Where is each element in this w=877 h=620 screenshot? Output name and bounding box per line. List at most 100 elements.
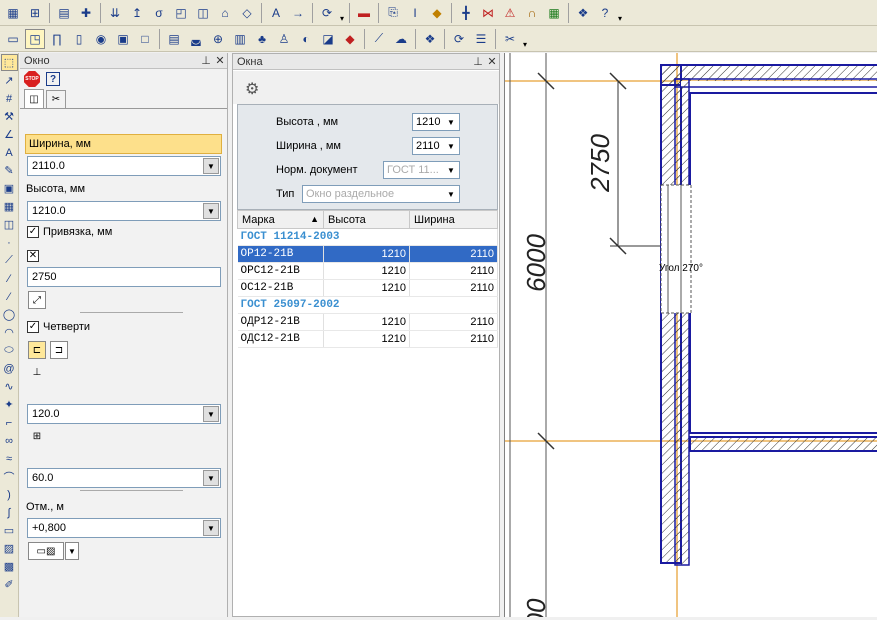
stair-icon[interactable]: ⇊ — [105, 3, 125, 23]
table-row[interactable]: ОДР12-21В 1210 2110 — [237, 313, 498, 331]
door-insert-icon[interactable]: ∏ — [47, 29, 67, 49]
help-icon[interactable]: ? — [595, 3, 615, 23]
arc-icon[interactable]: ∩ — [522, 3, 542, 23]
bracket-icon[interactable]: ) — [1, 486, 18, 503]
eraser-icon[interactable]: ◆ — [340, 29, 360, 49]
angle-icon[interactable]: ∠ — [1, 126, 18, 143]
chevron-down-icon[interactable]: ▼ — [203, 520, 219, 536]
refresh-icon[interactable]: ⟳ — [317, 3, 337, 23]
chevron-down-icon[interactable]: ▼ — [444, 115, 458, 129]
tab-tools[interactable]: ✂ — [46, 90, 66, 108]
chain-icon[interactable]: ∞ — [1, 432, 18, 449]
wall-hatch-icon[interactable]: ▦ — [3, 3, 23, 23]
slab-icon[interactable]: ↥ — [127, 3, 147, 23]
save-icon[interactable]: ▣ — [1, 180, 18, 197]
polyline-icon[interactable]: ∕ — [1, 270, 18, 287]
ellipse-icon[interactable]: ⬭ — [1, 342, 18, 359]
edit-icon[interactable]: ✎ — [1, 162, 18, 179]
normdoc-combo[interactable]: ГОСТ 11... ▼ — [383, 161, 460, 179]
table-row[interactable]: ОР12-21В 1210 2110 — [237, 245, 498, 263]
room-icon[interactable]: ⌂ — [215, 3, 235, 23]
copy-icon[interactable]: ◫ — [1, 216, 18, 233]
pin-icon[interactable]: ⊥ — [199, 54, 213, 67]
shape-icon[interactable]: ◪ — [318, 29, 338, 49]
hammer-icon[interactable]: ⚒ — [1, 108, 18, 125]
curve-icon[interactable]: ⌒ — [1, 468, 18, 485]
box-icon[interactable]: ▭ — [3, 29, 23, 49]
move-icon[interactable]: ↗ — [1, 72, 18, 89]
beam-icon[interactable]: I — [405, 3, 425, 23]
door-icon[interactable]: ◫ — [193, 3, 213, 23]
fill-icon[interactable]: ▩ — [1, 558, 18, 575]
chevron-down-icon[interactable]: ▼ — [203, 158, 219, 174]
grid-icon[interactable]: ▤ — [54, 3, 74, 23]
chevron-down-icon[interactable]: ▼ — [444, 187, 458, 201]
table-group-row[interactable]: ГОСТ 25097-2002 — [237, 296, 498, 314]
window-insert-icon[interactable]: ◳ — [25, 28, 45, 49]
spline-icon[interactable]: ∿ — [1, 378, 18, 395]
pick-point-icon[interactable]: ⤢ — [28, 291, 46, 309]
quarters-checkbox[interactable]: ✓ — [27, 321, 39, 333]
binding-clear-icon[interactable]: ✕ — [27, 250, 39, 262]
hatch-icon[interactable]: ▨ — [1, 540, 18, 557]
copy-icon[interactable]: ⎘ — [383, 3, 403, 23]
shapes-icon[interactable]: ◐ — [296, 29, 316, 49]
filter-width-combo[interactable]: 2110 ▼ — [412, 137, 460, 155]
layers-icon[interactable]: ▤ — [164, 29, 184, 49]
quarter-type-1-icon[interactable]: ⊏ — [28, 341, 46, 359]
module-icon[interactable]: ❖ — [573, 3, 593, 23]
catalog-icon[interactable]: ⚙ — [245, 79, 259, 99]
rectangle-icon[interactable]: ▭ — [1, 522, 18, 539]
refresh-icon[interactable]: ⟳ — [449, 29, 469, 49]
chevron-down-icon[interactable]: ▼ — [444, 163, 458, 177]
quarter-width-combo[interactable]: 60.0 ▼ — [27, 468, 221, 488]
bathtub-icon[interactable]: ◛ — [186, 29, 206, 49]
table-group-row[interactable]: ГОСТ 11214-2003 — [237, 228, 498, 246]
column-header-width[interactable]: Ширина — [409, 210, 498, 229]
close-icon[interactable]: ✕ — [213, 54, 227, 67]
person-icon[interactable]: ♙ — [274, 29, 294, 49]
chevron-down-icon[interactable]: ▼ — [203, 470, 219, 486]
line-style-icon[interactable]: ▭▨ — [28, 542, 64, 560]
frame-icon[interactable]: ▣ — [113, 29, 133, 49]
plan-drawing[interactable]: 2750 6000 00 Угол 270° — [505, 53, 877, 620]
paint-icon[interactable]: ◆ — [427, 3, 447, 23]
warning-icon[interactable]: ⚠ — [500, 3, 520, 23]
chevron-down-icon[interactable]: ▼ — [444, 139, 458, 153]
quarter-depth-combo[interactable]: 120.0 ▼ — [27, 404, 221, 424]
grid-icon[interactable]: # — [1, 90, 18, 107]
toolbar-grip-icon[interactable]: ▾ — [338, 3, 346, 23]
plant-icon[interactable]: ♣ — [252, 29, 272, 49]
chevron-down-icon[interactable]: ▼ — [203, 406, 219, 422]
level-icon[interactable]: ◇ — [237, 3, 257, 23]
tools-icon[interactable]: ✂ — [500, 29, 520, 49]
tab-properties[interactable]: ◫ — [24, 89, 44, 108]
help-icon[interactable]: ? — [46, 72, 60, 86]
ruler-icon[interactable]: ⟋ — [369, 29, 389, 49]
arrow-icon[interactable]: → — [288, 3, 308, 23]
elevation-combo[interactable]: +0,800 ▼ — [27, 518, 221, 538]
circle-icon[interactable]: ◯ — [1, 306, 18, 323]
column-icon[interactable]: ⊞ — [25, 3, 45, 23]
brush-icon[interactable]: ✐ — [1, 576, 18, 593]
cabinet-icon[interactable]: ▥ — [230, 29, 250, 49]
rect-icon[interactable]: □ — [135, 29, 155, 49]
list-icon[interactable]: ☰ — [471, 29, 491, 49]
height-combo[interactable]: 1210.0 ▼ — [27, 201, 221, 221]
table-row[interactable]: ОДС12-21В 1210 2110 — [237, 330, 498, 348]
window-icon[interactable]: ◰ — [171, 3, 191, 23]
table-row[interactable]: ОС12-21В 1210 2110 — [237, 279, 498, 297]
width-combo[interactable]: 2110.0 ▼ — [27, 156, 221, 176]
pin-icon[interactable]: ⊥ — [471, 55, 485, 68]
cloud-icon[interactable]: ☁ — [391, 29, 411, 49]
valve-icon[interactable]: ⋈ — [478, 3, 498, 23]
drawing-canvas[interactable]: 2750 6000 00 Угол 270° — [504, 53, 877, 620]
quarter-type-2-icon[interactable]: ⊐ — [50, 341, 68, 359]
pipe-icon[interactable]: ╋ — [456, 3, 476, 23]
table-row[interactable]: ОРС12-21В 1210 2110 — [237, 262, 498, 280]
step-icon[interactable]: ⌐ — [1, 414, 18, 431]
chevron-down-icon[interactable]: ▼ — [203, 203, 219, 219]
type-combo[interactable]: Окно раздельное ▼ — [302, 185, 460, 203]
line-icon[interactable]: ⟋ — [1, 252, 18, 269]
column-header-mark[interactable]: Марка ▲ — [237, 210, 324, 229]
